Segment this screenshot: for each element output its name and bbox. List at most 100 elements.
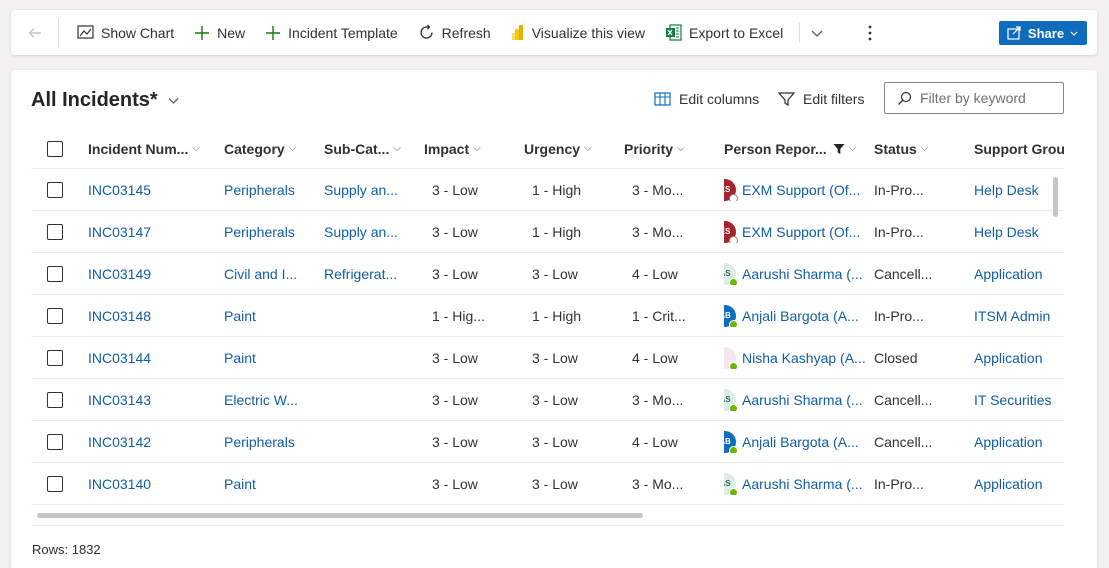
edit-filters-button[interactable]: Edit filters — [778, 91, 864, 107]
person-reported-cell: Nisha Kashyap (A... — [724, 346, 874, 369]
sub-category-link[interactable]: Refrigerat... — [324, 266, 424, 282]
column-label: Impact — [424, 140, 470, 157]
plus-icon — [266, 25, 281, 40]
table-row[interactable]: INC03148 Paint 1 - Hig... 1 - High 1 - Crit.… — [31, 295, 1064, 337]
category-link[interactable]: Paint — [224, 308, 324, 324]
chevron-down-icon: ⌵ — [288, 143, 297, 154]
row-checkbox[interactable] — [47, 475, 63, 492]
support-group-link[interactable]: Application — [974, 434, 1064, 450]
column-header-urgency[interactable]: Urgency ⌵ — [524, 141, 624, 157]
category-link[interactable]: Civil and I... — [224, 266, 324, 282]
sub-category-link[interactable]: Supply an... — [324, 224, 424, 240]
support-group-link[interactable]: Application — [974, 266, 1064, 282]
row-checkbox[interactable] — [47, 391, 63, 408]
incident-number-link[interactable]: INC03142 — [88, 434, 224, 450]
share-button[interactable]: Share — [999, 21, 1087, 45]
person-reported-link[interactable]: Anjali Bargota (A... — [742, 434, 859, 450]
chevron-down-icon: ⌵ — [584, 143, 592, 154]
row-checkbox[interactable] — [47, 307, 63, 324]
row-checkbox[interactable] — [47, 223, 63, 240]
column-label: Sub-Cat... — [324, 140, 390, 157]
incidents-grid: Incident Num... ⌵ Category ⌵ Sub-Cat... ⌵ I… — [31, 129, 1064, 505]
column-header-impact[interactable]: Impact ⌵ — [424, 141, 524, 157]
support-group-link[interactable]: ITSM Admin — [974, 308, 1064, 324]
support-group-link[interactable]: Help Desk — [974, 182, 1064, 198]
column-header-sub-category[interactable]: Sub-Cat... ⌵ — [324, 141, 424, 157]
person-reported-link[interactable]: Anjali Bargota (A... — [742, 308, 859, 324]
incident-number-link[interactable]: INC03143 — [88, 392, 224, 408]
person-reported-link[interactable]: Nisha Kashyap (A... — [742, 350, 866, 366]
category-link[interactable]: Peripherals — [224, 434, 324, 450]
column-label: Urgency — [524, 140, 581, 157]
select-all-checkbox[interactable] — [47, 140, 63, 157]
avatar-initials: AB — [724, 437, 731, 446]
show-chart-button[interactable]: Show Chart — [69, 10, 182, 55]
category-link[interactable]: Peripherals — [224, 182, 324, 198]
export-excel-button[interactable]: Export to Excel — [657, 10, 791, 55]
table-row[interactable]: INC03149 Civil and I... Refrigerat... 3 - L… — [31, 253, 1064, 295]
table-row[interactable]: INC03147 Peripherals Supply an... 3 - Low 1 … — [31, 211, 1064, 253]
back-button[interactable] — [11, 17, 59, 48]
support-group-link[interactable]: IT Securities — [974, 392, 1064, 408]
edit-columns-button[interactable]: Edit columns — [654, 91, 759, 107]
column-header-incident-number[interactable]: Incident Num... ⌵ — [88, 141, 224, 157]
row-select-cell — [31, 223, 88, 240]
column-header-priority[interactable]: Priority ⌵ — [624, 141, 724, 157]
person-reported-link[interactable]: Aarushi Sharma (... — [742, 476, 863, 492]
chevron-down-icon — [811, 30, 823, 37]
column-label: Status — [874, 140, 917, 157]
status-value: Cancell... — [874, 391, 933, 408]
chevron-down-icon: ⌵ — [677, 143, 685, 154]
category-link[interactable]: Electric W... — [224, 392, 324, 408]
impact-value: 3 - Low — [432, 433, 478, 450]
horizontal-scrollbar[interactable] — [37, 513, 643, 518]
show-chart-label: Show Chart — [101, 24, 175, 41]
column-header-support-group[interactable]: Support Group — [974, 141, 1064, 157]
row-select-cell — [31, 349, 88, 366]
table-row[interactable]: INC03144 Paint 3 - Low 3 - Low 4 - Low Nisha … — [31, 337, 1064, 379]
vertical-scrollbar[interactable] — [1053, 177, 1058, 217]
sub-category-link[interactable]: Supply an... — [324, 182, 424, 198]
row-checkbox[interactable] — [47, 265, 63, 282]
table-row[interactable]: INC03143 Electric W... 3 - Low 3 - Low 3 - M… — [31, 379, 1064, 421]
presence-status-icon — [729, 277, 738, 285]
incident-number-link[interactable]: INC03145 — [88, 182, 224, 198]
incident-template-button[interactable]: Incident Template — [257, 10, 405, 55]
row-checkbox[interactable] — [47, 181, 63, 198]
person-reported-link[interactable]: Aarushi Sharma (... — [742, 266, 863, 282]
support-group-link[interactable]: Help Desk — [974, 224, 1064, 240]
more-commands-button[interactable] — [855, 10, 885, 55]
support-group-link[interactable]: Application — [974, 350, 1064, 366]
column-header-category[interactable]: Category ⌵ — [224, 141, 324, 157]
visualize-label: Visualize this view — [531, 24, 646, 41]
refresh-button[interactable]: Refresh — [410, 10, 499, 55]
excel-icon — [666, 24, 682, 41]
category-link[interactable]: Paint — [224, 476, 324, 492]
table-row[interactable]: INC03145 Peripherals Supply an... 3 - Low 1 … — [31, 169, 1064, 211]
view-selector[interactable]: All Incidents* — [31, 89, 180, 112]
arrow-left-icon — [28, 27, 41, 38]
incident-template-label: Incident Template — [288, 24, 398, 41]
category-link[interactable]: Paint — [224, 350, 324, 366]
row-checkbox[interactable] — [47, 433, 63, 450]
row-select-cell — [31, 181, 88, 198]
table-row[interactable]: INC03140Paint 3 - Low 3 - Low 3 - Mo... AS Aa… — [31, 463, 1064, 505]
row-checkbox[interactable] — [47, 349, 63, 366]
filter-keyword-input[interactable]: Filter by keyword — [884, 82, 1064, 114]
category-link[interactable]: Peripherals — [224, 224, 324, 240]
table-row[interactable]: INC03142 Peripherals 3 - Low 3 - Low 4 - Low… — [31, 421, 1064, 463]
incident-number-link[interactable]: INC03148 — [88, 308, 224, 324]
person-reported-link[interactable]: Aarushi Sharma (... — [742, 392, 863, 408]
incident-number-link[interactable]: INC03149 — [88, 266, 224, 282]
incident-number-link[interactable]: INC03140 — [88, 476, 224, 492]
export-dropdown-button[interactable] — [802, 10, 839, 55]
incident-number-link[interactable]: INC03147 — [88, 224, 224, 240]
visualize-button[interactable]: Visualize this view — [503, 10, 653, 55]
incident-number-link[interactable]: INC03144 — [88, 350, 224, 366]
new-button[interactable]: New — [186, 10, 253, 55]
column-header-person-reported[interactable]: Person Repor... ⌵ — [724, 141, 874, 157]
column-header-status[interactable]: Status ⌵ — [874, 141, 974, 157]
person-reported-link[interactable]: EXM Support (Of... — [742, 224, 860, 240]
person-reported-link[interactable]: EXM Support (Of... — [742, 182, 860, 198]
support-group-link[interactable]: Application — [974, 476, 1064, 492]
